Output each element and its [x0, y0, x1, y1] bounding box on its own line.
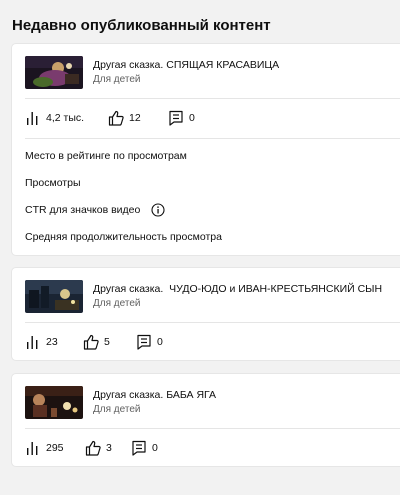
- thumb-up-icon: [83, 334, 99, 350]
- audience-label: Для детей: [93, 298, 141, 309]
- section-title: Недавно опубликованный контент: [12, 17, 271, 34]
- metric-thumbnail-ctr[interactable]: CTR для значков видео: [25, 204, 140, 216]
- video-thumbnail[interactable]: [25, 280, 83, 313]
- audience-label: Для детей: [93, 404, 141, 415]
- video-title[interactable]: Другая сказка. БАБА ЯГА: [93, 389, 216, 401]
- thumb-up-icon: [108, 110, 124, 126]
- comments-count: 0: [189, 112, 195, 124]
- bar-chart-icon: [27, 442, 38, 455]
- comments-count: 0: [157, 336, 163, 348]
- bar-chart-icon: [27, 112, 38, 125]
- bar-chart-icon: [27, 336, 38, 349]
- comment-icon: [132, 440, 146, 456]
- thumb-up-icon: [85, 440, 101, 456]
- video-card: Другая сказка. БАБА ЯГА Для детей 295 3: [12, 374, 400, 466]
- comment-icon: [169, 110, 183, 126]
- likes-count: 3: [106, 442, 112, 454]
- divider: [25, 138, 400, 139]
- video-title[interactable]: Другая сказка. ЧУДО-ЮДО и ИВАН-КРЕСТЬЯНС…: [93, 283, 382, 295]
- divider: [25, 322, 400, 323]
- video-title[interactable]: Другая сказка. СПЯЩАЯ КРАСАВИЦА: [93, 59, 279, 71]
- video-thumbnail[interactable]: [25, 56, 83, 89]
- info-icon[interactable]: [151, 203, 165, 217]
- views-count: 295: [46, 442, 64, 454]
- video-row[interactable]: Другая сказка. ЧУДО-ЮДО и ИВАН-КРЕСТЬЯНС…: [25, 280, 400, 314]
- video-row[interactable]: Другая сказка. СПЯЩАЯ КРАСАВИЦА Для дете…: [25, 56, 400, 90]
- video-row[interactable]: Другая сказка. БАБА ЯГА Для детей: [25, 386, 400, 420]
- metric-views[interactable]: Просмотры: [25, 177, 81, 189]
- comments-count: 0: [152, 442, 158, 454]
- views-count: 4,2 тыс.: [46, 112, 85, 124]
- video-card: Другая сказка. СПЯЩАЯ КРАСАВИЦА Для дете…: [12, 44, 400, 255]
- divider: [25, 98, 400, 99]
- video-thumbnail[interactable]: [25, 386, 83, 419]
- divider: [25, 428, 400, 429]
- likes-count: 5: [104, 336, 110, 348]
- video-card: Другая сказка. ЧУДО-ЮДО и ИВАН-КРЕСТЬЯНС…: [12, 268, 400, 360]
- comment-icon: [137, 334, 151, 350]
- views-count: 23: [46, 336, 58, 348]
- metric-rank-by-views[interactable]: Место в рейтинге по просмотрам: [25, 150, 187, 162]
- audience-label: Для детей: [93, 74, 141, 85]
- likes-count: 12: [129, 112, 141, 124]
- metric-avg-view-duration[interactable]: Средняя продолжительность просмотра: [25, 231, 222, 243]
